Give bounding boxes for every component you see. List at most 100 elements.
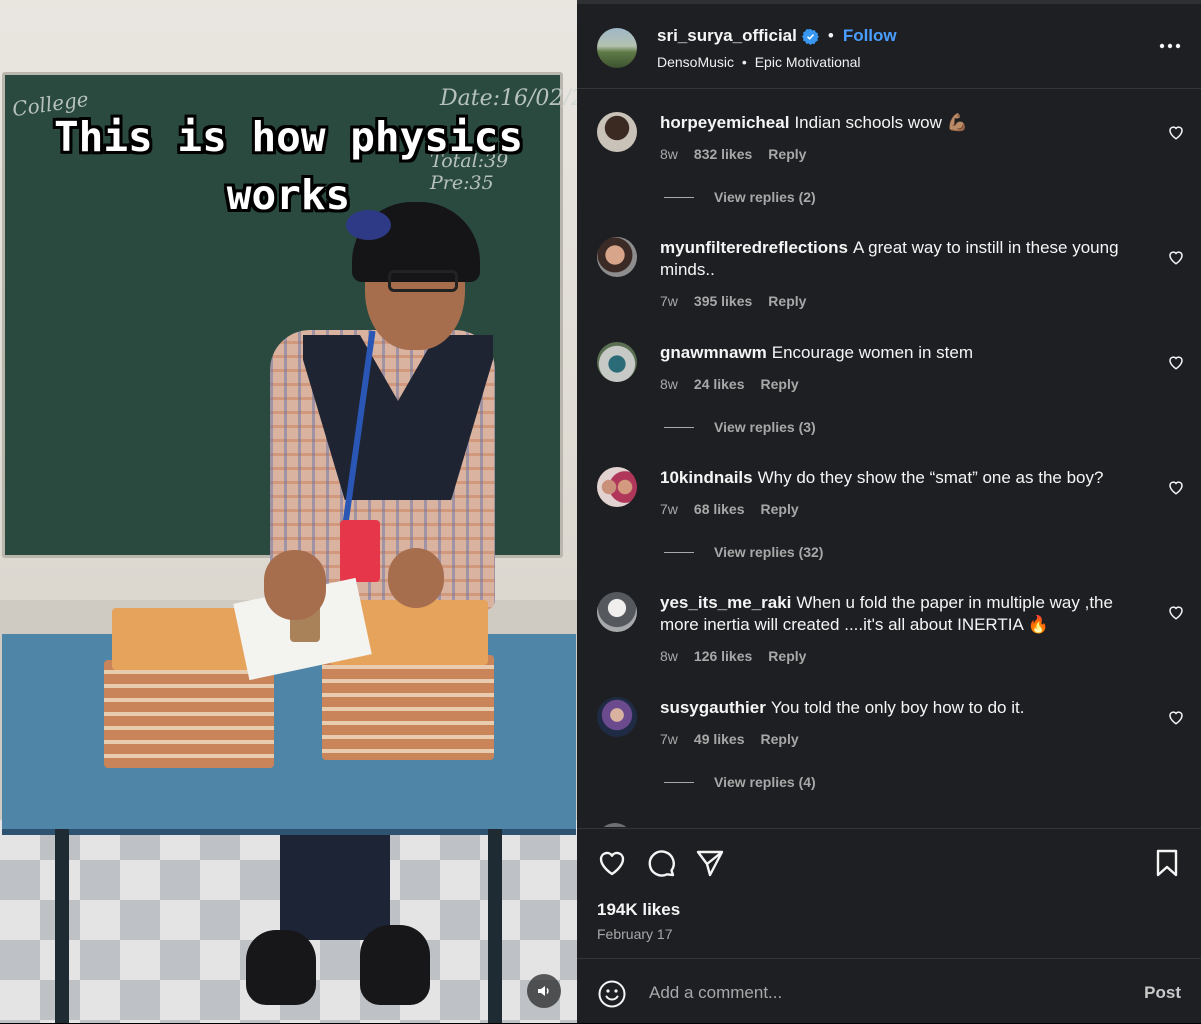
comment-age: 8w <box>660 146 678 162</box>
comment-likes[interactable]: 49 likes <box>694 731 745 747</box>
comment-body: myunfilteredreflections A great way to in… <box>660 237 1140 281</box>
comment-username[interactable]: myunfilteredreflections <box>660 238 848 257</box>
reply-button[interactable]: Reply <box>761 376 799 392</box>
separator-dot: • <box>827 26 834 45</box>
comments-list[interactable]: horpeyemicheal Indian schools wow 💪🏽 8w 8… <box>577 90 1201 827</box>
reply-button[interactable]: Reply <box>768 293 806 309</box>
author-username[interactable]: sri_surya_official <box>657 26 797 46</box>
comment-input[interactable] <box>647 977 1121 1009</box>
comment-meta: 8w 24 likes Reply <box>660 376 799 392</box>
divider <box>664 426 694 428</box>
comment-text: Indian schools wow 💪🏽 <box>794 113 968 132</box>
view-replies-button[interactable]: View replies (4) <box>664 774 816 790</box>
separator-dot: • <box>741 54 747 70</box>
comment-age: 8w <box>660 376 678 392</box>
author-avatar[interactable] <box>597 28 637 68</box>
post-actions: 194K likes February 17 <box>577 828 1201 957</box>
comment-body: 10kindnails Why do they show the “smat” o… <box>660 467 1140 489</box>
author-line: sri_surya_official • Follow <box>657 26 897 46</box>
comment-age: 7w <box>660 501 678 517</box>
commenter-avatar[interactable] <box>597 592 637 632</box>
girl-glasses <box>388 270 458 292</box>
next-comment-avatar[interactable] <box>597 823 633 827</box>
notebook-stack-right <box>322 655 494 760</box>
comment-body: susygauthier You told the only boy how to… <box>660 697 1140 719</box>
more-options-button[interactable] <box>1155 34 1185 58</box>
heart-icon[interactable] <box>1167 603 1185 621</box>
heart-icon[interactable] <box>1167 248 1185 266</box>
verified-badge-icon <box>801 28 819 45</box>
likes-count[interactable]: 194K likes <box>597 900 680 920</box>
like-button[interactable] <box>596 847 628 879</box>
divider <box>664 196 694 198</box>
divider <box>664 551 694 553</box>
view-replies-label: View replies (2) <box>714 189 816 205</box>
reply-button[interactable]: Reply <box>761 731 799 747</box>
view-replies-label: View replies (32) <box>714 544 824 560</box>
comment-button[interactable] <box>645 847 677 879</box>
comment-username[interactable]: susygauthier <box>660 698 766 717</box>
reply-button[interactable]: Reply <box>768 146 806 162</box>
comment-meta: 7w 68 likes Reply <box>660 501 799 517</box>
commenter-avatar[interactable] <box>597 697 637 737</box>
table-leg <box>55 829 69 1023</box>
comment-likes[interactable]: 832 likes <box>694 146 752 162</box>
comment-username[interactable]: horpeyemicheal <box>660 113 789 132</box>
comment-username[interactable]: yes_its_me_raki <box>660 593 791 612</box>
commenter-avatar[interactable] <box>597 237 637 277</box>
commenter-avatar[interactable] <box>597 112 637 152</box>
comment-age: 7w <box>660 293 678 309</box>
caption-line-1: This is how physics <box>54 113 523 161</box>
comment-likes[interactable]: 395 likes <box>694 293 752 309</box>
heart-icon <box>599 851 625 876</box>
reply-button[interactable]: Reply <box>768 648 806 664</box>
table-leg <box>488 829 502 1023</box>
comment-body: yes_its_me_raki When u fold the paper in … <box>660 592 1140 636</box>
comment-likes[interactable]: 126 likes <box>694 648 752 664</box>
audio-track[interactable]: Epic Motivational <box>755 54 861 70</box>
right-shoe <box>360 925 430 1005</box>
emoji-icon[interactable] <box>597 979 627 1009</box>
more-options-icon <box>1159 43 1181 49</box>
share-button[interactable] <box>694 847 726 879</box>
save-button[interactable] <box>1151 847 1183 879</box>
view-replies-button[interactable]: View replies (3) <box>664 419 816 435</box>
send-icon <box>696 850 724 877</box>
reply-button[interactable]: Reply <box>761 501 799 517</box>
girl-right-hand <box>388 548 444 608</box>
comment-username[interactable]: gnawmnawm <box>660 343 767 362</box>
caption-line-2: works <box>226 171 351 219</box>
id-card <box>340 520 380 582</box>
comment-username[interactable]: 10kindnails <box>660 468 753 487</box>
comment-likes[interactable]: 68 likes <box>694 501 745 517</box>
post-header: sri_surya_official • Follow DensoMusic •… <box>577 4 1201 89</box>
audio-info[interactable]: DensoMusic • Epic Motivational <box>657 54 861 70</box>
view-replies-button[interactable]: View replies (32) <box>664 544 823 560</box>
comment-composer: Post <box>577 958 1201 1024</box>
comment-age: 7w <box>660 731 678 747</box>
comment-meta: 7w 395 likes Reply <box>660 293 806 309</box>
commenter-avatar[interactable] <box>597 467 637 507</box>
commenter-avatar[interactable] <box>597 342 637 382</box>
girl-legs <box>280 820 390 940</box>
heart-icon[interactable] <box>1167 353 1185 371</box>
speaker-icon <box>538 986 549 996</box>
view-replies-button[interactable]: View replies (2) <box>664 189 816 205</box>
divider <box>664 781 694 783</box>
heart-icon[interactable] <box>1167 708 1185 726</box>
comment-text: Why do they show the “smat” one as the b… <box>757 468 1104 487</box>
heart-icon[interactable] <box>1167 478 1185 496</box>
post-media[interactable]: College Date:16/02/26 Total:39 Pre:35 Th… <box>0 0 577 1023</box>
comment-age: 8w <box>660 648 678 664</box>
mute-button[interactable] <box>527 974 561 1008</box>
comment-body: gnawmnawm Encourage women in stem <box>660 342 1140 364</box>
post-comment-button[interactable]: Post <box>1144 983 1181 1003</box>
follow-button[interactable]: Follow <box>843 26 897 46</box>
girl-left-hand <box>264 550 326 620</box>
comment-body: horpeyemicheal Indian schools wow 💪🏽 <box>660 112 1140 134</box>
audio-artist[interactable]: DensoMusic <box>657 54 734 70</box>
view-replies-label: View replies (3) <box>714 419 816 435</box>
comment-meta: 7w 49 likes Reply <box>660 731 799 747</box>
heart-icon[interactable] <box>1167 123 1185 141</box>
comment-likes[interactable]: 24 likes <box>694 376 745 392</box>
